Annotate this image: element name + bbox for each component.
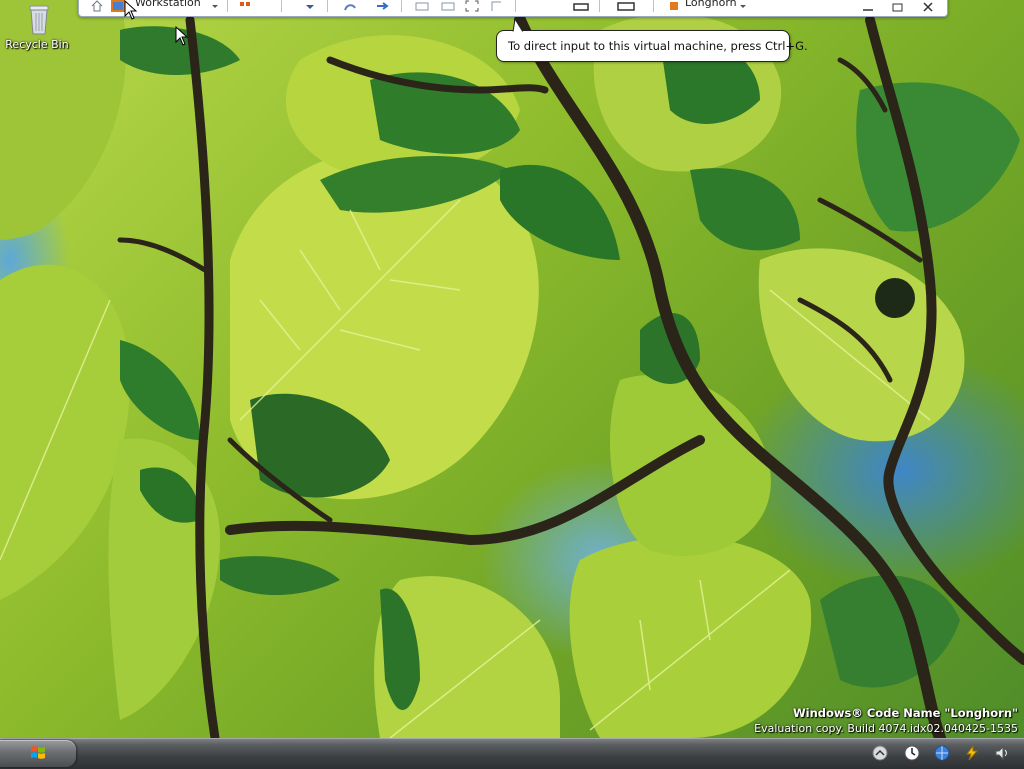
clock-icon[interactable]	[904, 745, 920, 761]
toolbar-divider	[227, 0, 228, 12]
dropdown-icon[interactable]	[211, 0, 219, 12]
wallpaper-image	[0, 0, 1024, 738]
machine-icon[interactable]	[669, 0, 679, 12]
revert-icon[interactable]	[375, 0, 389, 12]
network-icon[interactable]	[934, 745, 950, 761]
build-watermark: Windows® Code Name "Longhorn" Evaluation…	[754, 706, 1018, 736]
watermark-product-name: Windows® Code Name "Longhorn"	[792, 706, 1018, 720]
toolbar-divider	[515, 0, 516, 12]
dropdown-icon[interactable]	[305, 0, 315, 12]
desktop-icon-label: Recycle Bin	[5, 38, 69, 51]
toolbar-divider	[653, 0, 654, 12]
vm-toolbar: Workstation Longhorn	[78, 0, 948, 17]
power-icon[interactable]	[964, 745, 980, 761]
console-icon[interactable]	[617, 0, 635, 12]
power-icon[interactable]	[239, 0, 251, 12]
system-tray	[870, 739, 1024, 769]
workstation-menu[interactable]: Workstation	[135, 0, 201, 9]
tooltip-text: To direct input to this virtual machine,…	[508, 39, 808, 53]
fullscreen-icon[interactable]	[465, 0, 479, 12]
vm-icon[interactable]	[111, 0, 125, 12]
machine-name[interactable]: Longhorn	[685, 0, 737, 9]
cursor-icon	[124, 0, 138, 20]
minimize-icon[interactable]	[861, 0, 875, 12]
windows-flag-icon	[31, 746, 45, 759]
mouse-pointer-icon	[175, 26, 189, 46]
desktop-icon-recycle-bin[interactable]: Recycle Bin	[4, 2, 70, 54]
close-icon[interactable]	[921, 0, 935, 12]
view-icon[interactable]	[415, 0, 429, 12]
restore-icon[interactable]	[891, 0, 905, 12]
desktop[interactable]: Recycle Bin Workstation Longhorn To dire…	[0, 0, 1024, 738]
chevron-up-icon[interactable]	[872, 745, 888, 761]
toolbar-divider	[327, 0, 328, 12]
home-icon[interactable]	[91, 0, 103, 12]
recycle-bin-icon	[29, 5, 49, 35]
tooltip-tail	[512, 18, 524, 33]
dropdown-icon[interactable]	[739, 0, 747, 12]
toolbar-divider	[599, 0, 600, 12]
tooltip-balloon: To direct input to this virtual machine,…	[496, 18, 808, 62]
view-icon[interactable]	[441, 0, 455, 12]
console-icon[interactable]	[573, 0, 589, 12]
snapshot-icon[interactable]	[343, 0, 357, 12]
watermark-build-info: Evaluation copy. Build 4074.idx02.040425…	[754, 722, 1018, 735]
start-button[interactable]	[0, 740, 76, 767]
volume-icon[interactable]	[994, 745, 1010, 761]
unity-icon[interactable]	[491, 0, 505, 12]
taskbar	[0, 738, 1024, 769]
toolbar-divider	[281, 0, 282, 12]
toolbar-divider	[401, 0, 402, 12]
